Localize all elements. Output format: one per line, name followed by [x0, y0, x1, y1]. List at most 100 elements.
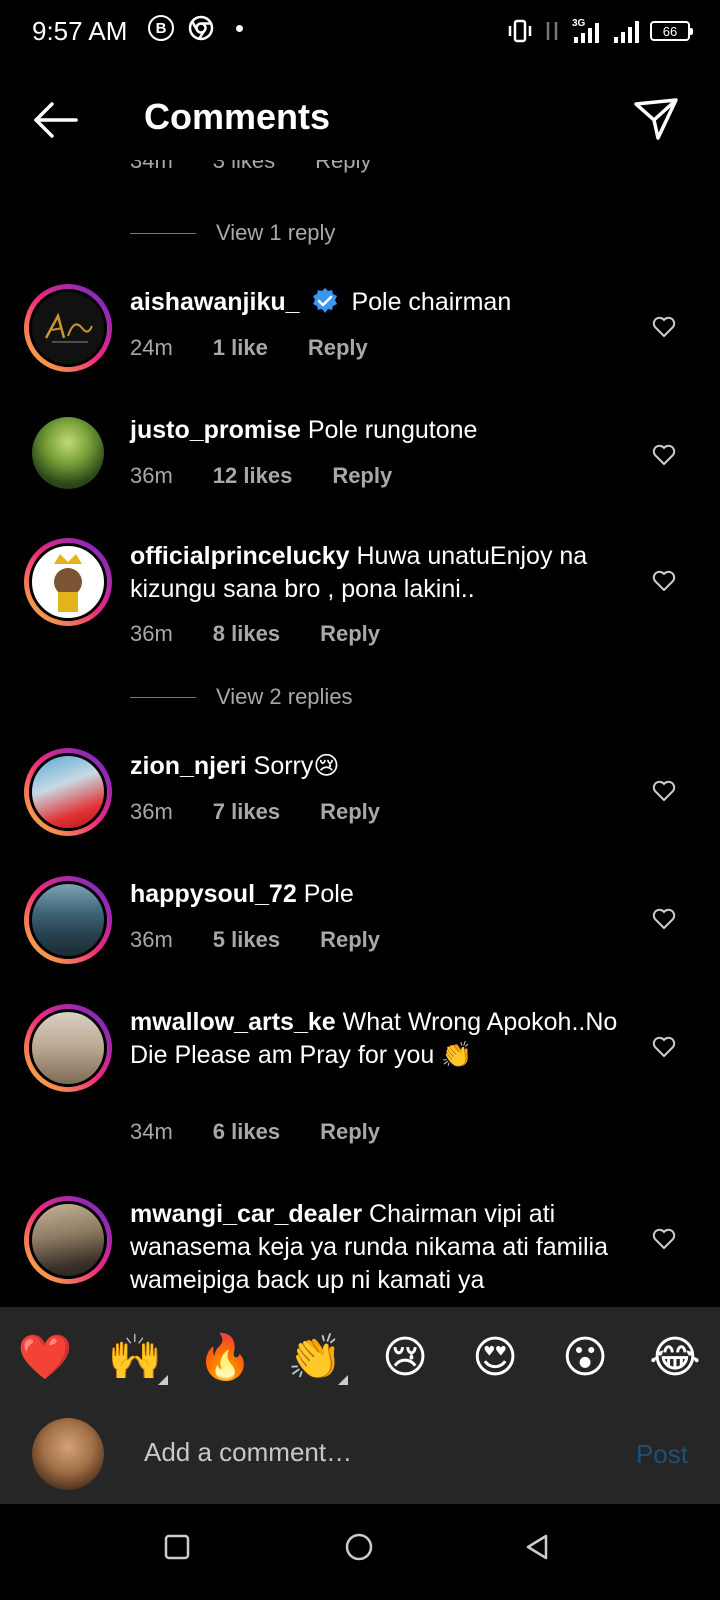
status-system-icons: 3G 66	[506, 17, 693, 45]
avatar-wrap[interactable]	[24, 412, 112, 500]
reaction-crying-button[interactable]: 😢	[360, 1332, 450, 1383]
avatar	[29, 881, 107, 959]
status-time: 9:57 AM	[32, 16, 128, 46]
comment-likes[interactable]: 12 likes	[213, 463, 293, 489]
avatar	[32, 417, 104, 489]
comment-likes[interactable]: 8 likes	[213, 621, 280, 647]
comment-body: aishawanjiku_ Pole chairman	[130, 286, 630, 319]
comment-likes[interactable]: 6 likes	[213, 1119, 280, 1145]
comment-likes[interactable]: 1 like	[213, 335, 268, 361]
comment-username[interactable]: justo_promise	[130, 416, 301, 444]
comment-body: officialprincelucky Huwa unatuEnjoy na k…	[130, 540, 630, 606]
comment-body: zion_njeri Sorry😢	[130, 750, 630, 783]
aisha-logo-avatar	[44, 312, 93, 343]
comment-meta: 36m 8 likes Reply	[130, 621, 420, 647]
comment-composer: Add a comment… Post	[0, 1407, 720, 1504]
comment-time: 34m	[130, 160, 173, 173]
comment-likes[interactable]: 7 likes	[213, 799, 280, 825]
comment-time: 36m	[130, 927, 173, 952]
data-transfer-icon	[546, 22, 558, 40]
verified-badge-icon	[313, 288, 338, 313]
like-heart-icon[interactable]	[652, 1228, 676, 1250]
battery-icon: 66	[650, 21, 693, 41]
view-replies-label: View 1 reply	[216, 220, 336, 245]
avatar-story-ring[interactable]	[24, 538, 112, 626]
post-button[interactable]: Post	[636, 1439, 688, 1470]
comment-time: 36m	[130, 621, 173, 646]
signal-icon	[614, 21, 639, 43]
status-bar: 9:57 AM B 3G 66	[0, 0, 720, 70]
reaction-heart-eyes-button[interactable]: 😍	[450, 1332, 540, 1383]
avatar-story-ring[interactable]	[24, 748, 112, 836]
avatar-story-ring[interactable]	[24, 284, 112, 372]
like-heart-icon[interactable]	[652, 444, 676, 466]
recent-apps-icon[interactable]	[164, 1534, 190, 1560]
reply-button[interactable]: Reply	[320, 927, 380, 953]
comment-time: 36m	[130, 463, 173, 488]
reaction-emoji: 🙌	[107, 1333, 163, 1382]
avatar	[29, 543, 107, 621]
like-heart-icon[interactable]	[652, 570, 676, 592]
partial-comment-meta: 34m 3 likes Reply	[130, 160, 371, 174]
divider-line	[130, 696, 196, 698]
status-notification-icons: B	[148, 15, 243, 41]
vibrate-icon	[508, 19, 532, 43]
reaction-emoji: 👏	[287, 1333, 343, 1382]
bitcoin-app-icon: B	[148, 15, 174, 41]
comment-text: Pole	[303, 880, 354, 908]
reply-button[interactable]: Reply	[332, 463, 392, 489]
divider-line	[130, 232, 196, 234]
comment-username[interactable]: aishawanjiku_	[130, 288, 300, 316]
reaction-wow-button[interactable]: 😮	[540, 1332, 630, 1383]
reply-button[interactable]: Reply	[315, 160, 371, 174]
avatar-story-ring[interactable]	[24, 1196, 112, 1284]
reaction-fire-button[interactable]: 🔥	[180, 1331, 270, 1383]
comment-meta: 36m 12 likes Reply	[130, 463, 432, 489]
avatar	[29, 289, 107, 367]
avatar-story-ring[interactable]	[24, 876, 112, 964]
home-icon[interactable]	[344, 1532, 374, 1562]
comment-username[interactable]: mwangi_car_dealer	[130, 1200, 362, 1228]
comment-likes[interactable]: 5 likes	[213, 927, 280, 953]
comment-text: Pole rungutone	[307, 416, 478, 444]
comment-meta: 24m 1 like Reply	[130, 335, 408, 361]
comment-feed[interactable]: 34m 3 likes Reply View 1 reply aishawanj…	[0, 160, 720, 1307]
comment-username[interactable]: mwallow_arts_ke	[130, 1008, 336, 1036]
notification-dot-icon	[236, 24, 243, 32]
comment-username[interactable]: zion_njeri	[130, 752, 247, 780]
quick-reactions-bar: ❤️ 🙌 🔥 👏 😢 😍 😮 😂	[0, 1307, 720, 1407]
comment-likes[interactable]: 3 likes	[213, 160, 275, 174]
share-send-icon[interactable]	[632, 96, 680, 144]
back-arrow-icon[interactable]	[30, 100, 80, 140]
skin-tone-indicator-icon	[338, 1375, 348, 1385]
comment-body: justo_promise Pole rungutone	[130, 414, 630, 447]
reply-button[interactable]: Reply	[308, 335, 368, 361]
view-replies-label: View 2 replies	[216, 684, 353, 709]
comment-body: mwallow_arts_ke What Wrong Apokoh..No Di…	[130, 1006, 630, 1072]
like-heart-icon[interactable]	[652, 1036, 676, 1058]
current-user-avatar	[32, 1418, 104, 1490]
reaction-laugh-button[interactable]: 😂	[630, 1332, 720, 1383]
comment-text: Pole chairman	[351, 288, 512, 316]
like-heart-icon[interactable]	[652, 780, 676, 802]
comment-time: 36m	[130, 799, 173, 824]
comment-meta: 36m 5 likes Reply	[130, 927, 420, 953]
comment-input[interactable]: Add a comment…	[144, 1437, 352, 1468]
view-replies-button[interactable]: View 2 replies	[130, 684, 353, 710]
reply-button[interactable]: Reply	[320, 799, 380, 825]
view-replies-button[interactable]: View 1 reply	[130, 220, 335, 246]
like-heart-icon[interactable]	[652, 316, 676, 338]
reaction-clap-button[interactable]: 👏	[270, 1331, 360, 1385]
reply-button[interactable]: Reply	[320, 1119, 380, 1145]
reply-button[interactable]: Reply	[320, 621, 380, 647]
reaction-heart-button[interactable]: ❤️	[0, 1331, 90, 1383]
comment-meta: 34m 6 likes Reply	[130, 1119, 420, 1145]
comment-username[interactable]: happysoul_72	[130, 880, 297, 908]
system-navigation-bar	[0, 1504, 720, 1600]
comment-body: mwangi_car_dealer Chairman vipi ati wana…	[130, 1198, 630, 1297]
reaction-raised-hands-button[interactable]: 🙌	[90, 1331, 180, 1385]
like-heart-icon[interactable]	[652, 908, 676, 930]
avatar-story-ring[interactable]	[24, 1004, 112, 1092]
comment-username[interactable]: officialprincelucky	[130, 542, 350, 570]
back-nav-icon[interactable]	[524, 1533, 552, 1561]
